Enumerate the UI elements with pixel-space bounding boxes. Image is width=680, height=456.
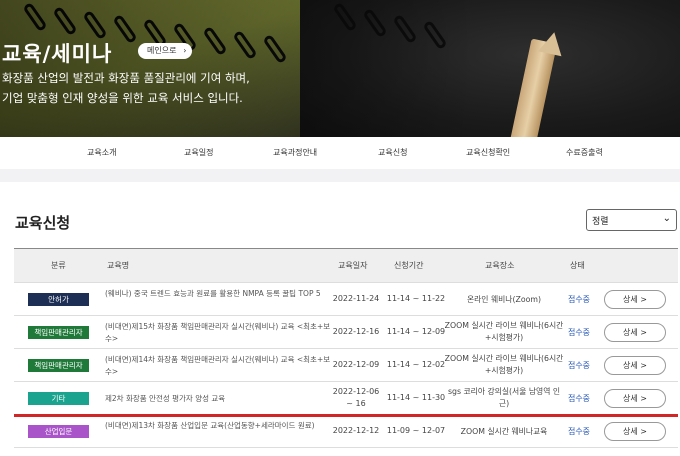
status-badge: 접수중 <box>567 394 591 403</box>
course-date: 2022-12-06 ~ 16 <box>332 387 380 408</box>
divider-band <box>0 169 680 182</box>
course-place: ZOOM 실시간 라이브 웨비나(6시간+시험평가) <box>444 321 564 342</box>
subnav-item-intro[interactable]: 교육소개 <box>87 147 116 158</box>
category-badge: 안허가 <box>28 293 89 306</box>
status-badge: 접수중 <box>567 328 591 337</box>
subnav-item-apply[interactable]: 교육신청 <box>378 147 407 158</box>
course-title[interactable]: 제2차 화장품 안전성 평가자 양성 교육 <box>105 393 333 405</box>
hero-desc-line: 화장품 산업의 발전과 화장품 품질관리에 기여 하며, <box>2 71 250 85</box>
course-place: ZOOM 실시간 웨비나교육 <box>460 427 548 436</box>
category-badge: 책임판매관리자 <box>28 326 89 339</box>
status-badge: 접수중 <box>567 427 591 436</box>
status-badge: 접수중 <box>567 295 591 304</box>
table-row[interactable]: 안허가 (웨비나) 중국 트렌드 효능과 원료를 활용한 NMPA 등록 꿀팁 … <box>14 283 678 316</box>
course-date: 2022-11-24 <box>332 294 380 303</box>
table-row[interactable]: 산업입문 (비대면)제13차 화장품 산업입문 교육(산업동향+세라마이드 원료… <box>14 415 678 448</box>
detail-button[interactable]: 상세 > <box>604 323 666 342</box>
sub-navigation: 교육소개 교육일정 교육과정안내 교육신청 교육신청확인 수료증출력 <box>0 137 680 169</box>
header-category: 분류 <box>51 261 66 270</box>
table-header: 분류 교육명 교육일자 신청기간 교육장소 상태 <box>14 249 678 283</box>
sort-select[interactable]: 정렬 ⌄ <box>586 209 677 231</box>
sort-select-value: 정렬 <box>592 217 609 227</box>
course-title[interactable]: (비대면)제13차 화장품 산업입문 교육(산업동향+세라마이드 원료) <box>105 420 333 432</box>
status-badge: 접수중 <box>567 361 591 370</box>
highlight-underline <box>14 414 678 417</box>
chevron-down-icon: ⌄ <box>662 213 671 224</box>
course-place: sgs 코리아 강의실(서울 남영역 인근) <box>447 387 561 408</box>
detail-button[interactable]: 상세 > <box>604 422 666 441</box>
category-badge: 산업입문 <box>28 425 89 438</box>
course-place: 온라인 웨비나(Zoom) <box>466 295 542 304</box>
hero-banner: 교육/세미나 메인으로 › 화장품 산업의 발전과 화장품 품질관리에 기여 하… <box>0 0 680 137</box>
table-row[interactable]: 책임판매관리자 (비대면)제14차 화장품 책임판매관리자 실시간(웨비나) 교… <box>14 349 678 382</box>
section-title: 교육신청 <box>15 214 71 232</box>
course-date: 2022-12-16 <box>332 327 380 336</box>
subnav-item-schedule[interactable]: 교육일정 <box>184 147 213 158</box>
category-badge: 책임판매관리자 <box>28 359 89 372</box>
course-title[interactable]: (웨비나) 중국 트렌드 효능과 원료를 활용한 NMPA 등록 꿀팁 TOP … <box>105 288 333 300</box>
detail-button[interactable]: 상세 > <box>604 389 666 408</box>
apply-period: 11-14 ~ 11-30 <box>386 393 446 402</box>
subnav-item-courses[interactable]: 교육과정안내 <box>273 147 317 158</box>
apply-period: 11-14 ~ 12-02 <box>386 360 446 369</box>
category-badge: 기타 <box>28 392 89 405</box>
apply-period: 11-14 ~ 12-09 <box>386 327 446 336</box>
chevron-right-icon: › <box>183 46 187 55</box>
apply-period: 11-14 ~ 11-22 <box>386 294 446 303</box>
header-place: 교육장소 <box>485 261 515 270</box>
course-title[interactable]: (비대면)제15차 화장품 책임판매관리자 실시간(웨비나) 교육 <최초+보수… <box>105 321 333 345</box>
course-title[interactable]: (비대면)제14차 화장품 책임판매관리자 실시간(웨비나) 교육 <최초+보수… <box>105 354 333 378</box>
course-place: ZOOM 실시간 라이브 웨비나(6시간+시험평가) <box>444 354 564 375</box>
hero-desc-line: 기업 맞춤형 인재 양성을 위한 교육 서비스 입니다. <box>2 91 243 105</box>
hero-description: 화장품 산업의 발전과 화장품 품질관리에 기여 하며, 기업 맞춤형 인재 양… <box>2 68 250 108</box>
header-period: 신청기간 <box>394 261 424 270</box>
course-table: 분류 교육명 교육일자 신청기간 교육장소 상태 안허가 (웨비나) 중국 트렌… <box>14 248 678 448</box>
page-title: 교육/세미나 <box>2 42 113 66</box>
apply-period: 11-09 ~ 12-07 <box>386 426 446 435</box>
table-row[interactable]: 책임판매관리자 (비대면)제15차 화장품 책임판매관리자 실시간(웨비나) 교… <box>14 316 678 349</box>
subnav-item-apply-check[interactable]: 교육신청확인 <box>466 147 510 158</box>
subnav-item-certificate[interactable]: 수료증출력 <box>566 147 603 158</box>
course-date: 2022-12-09 <box>332 360 380 369</box>
course-date: 2022-12-12 <box>332 426 380 435</box>
go-main-label: 메인으로 <box>147 46 177 55</box>
detail-button[interactable]: 상세 > <box>604 356 666 375</box>
go-main-button[interactable]: 메인으로 › <box>138 43 193 59</box>
detail-button[interactable]: 상세 > <box>604 290 666 309</box>
header-course-name: 교육명 <box>107 261 130 270</box>
header-date: 교육일자 <box>338 261 368 270</box>
table-row[interactable]: 기타 제2차 화장품 안전성 평가자 양성 교육 2022-12-06 ~ 16… <box>14 382 678 415</box>
header-status: 상태 <box>570 261 585 270</box>
